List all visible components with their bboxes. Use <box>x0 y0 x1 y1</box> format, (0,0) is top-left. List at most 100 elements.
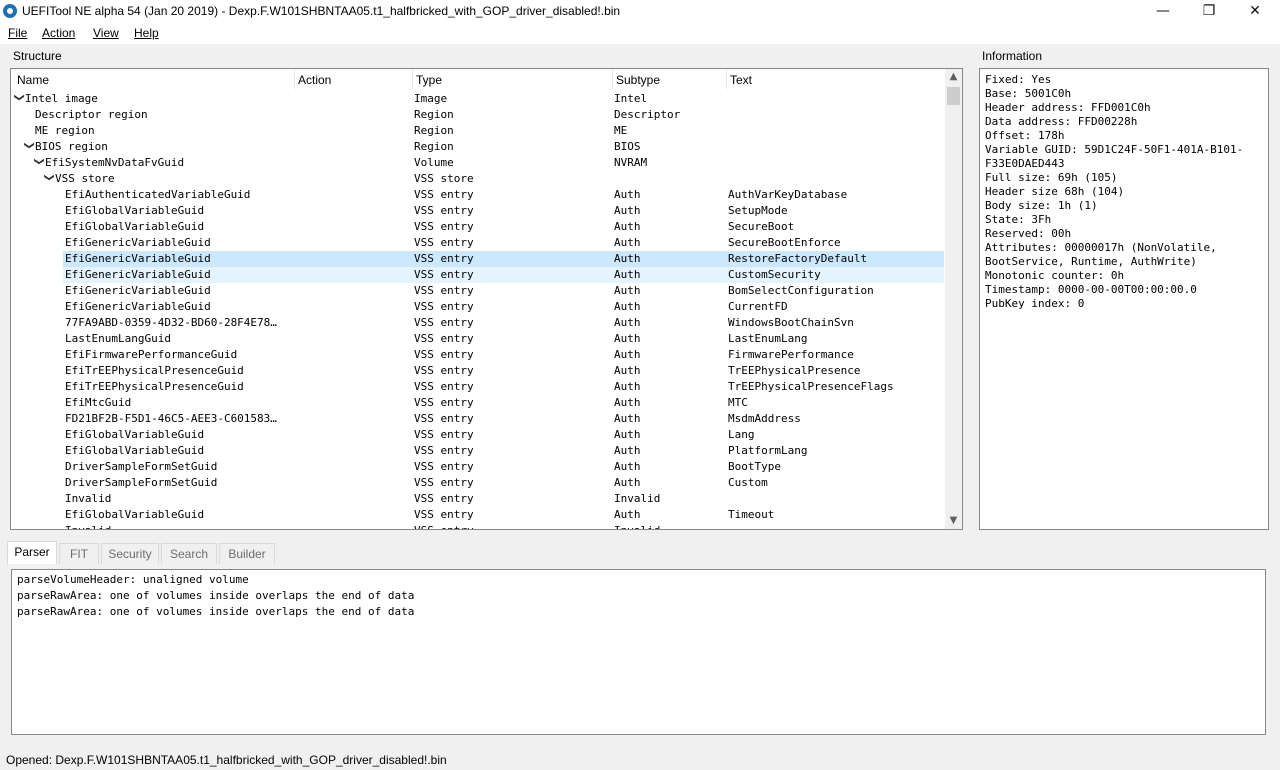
expand-chevron-icon[interactable]: ❯ <box>34 157 45 165</box>
tree-cell-subtype: Auth <box>614 348 641 361</box>
tree-row[interactable]: EfiGlobalVariableGuid VSS entry Auth Timeou… <box>11 507 944 523</box>
column-separator[interactable] <box>412 69 413 89</box>
message-line[interactable]: parseRawArea: one of volumes inside over… <box>17 604 1265 620</box>
expand-chevron-icon[interactable]: ❯ <box>44 173 55 181</box>
tree-cell-subtype: Auth <box>614 220 641 233</box>
tree-cell-type: VSS entry <box>414 204 474 217</box>
close-button[interactable]: ✕ <box>1232 0 1278 23</box>
tree-cell-name: VSS store <box>55 172 115 185</box>
tree-cell-type: VSS entry <box>414 396 474 409</box>
tree-row[interactable]: EfiGenericVariableGuid VSS entry Auth Custo… <box>63 267 944 283</box>
scroll-down-arrow-icon[interactable]: ▼ <box>945 515 962 526</box>
maximize-button[interactable]: ❐ <box>1186 0 1232 23</box>
tree-cell-subtype: Auth <box>614 428 641 441</box>
tree-cell-text: TrEEPhysicalPresenceFlags <box>728 380 894 393</box>
tree-row[interactable]: ❯ Intel image Image Intel <box>11 91 944 107</box>
information-panel[interactable]: Fixed: Yes Base: 5001C0h Header address: F… <box>979 68 1269 530</box>
tree-row[interactable]: EfiTrEEPhysicalPresenceGuid VSS entry Auth… <box>11 363 944 379</box>
scroll-thumb[interactable] <box>947 87 960 105</box>
tree-row[interactable]: EfiAuthenticatedVariableGuid VSS entry Aut… <box>11 187 944 203</box>
menu-help[interactable]: Help <box>134 26 159 40</box>
tab-fit[interactable]: FIT <box>59 543 99 564</box>
tree-scrollbar[interactable]: ▲ ▼ <box>945 69 962 529</box>
tree-row[interactable]: ME region Region ME <box>11 123 944 139</box>
info-line: Monotonic counter: 0h <box>985 269 1125 282</box>
message-line[interactable]: parseVolumeHeader: unaligned volume <box>17 572 1265 588</box>
column-header-text[interactable]: Text <box>730 73 752 89</box>
column-separator[interactable] <box>726 69 727 89</box>
column-header-action[interactable]: Action <box>298 73 331 89</box>
tree-row[interactable]: Invalid VSS entry Invalid <box>11 523 944 529</box>
tree-row[interactable]: EfiGlobalVariableGuid VSS entry Auth Lang <box>11 427 944 443</box>
tree-row[interactable]: EfiFirmwarePerformanceGuid VSS entry Auth F… <box>11 347 944 363</box>
tree-cell-type: Volume <box>414 156 454 169</box>
tree-row[interactable]: ❯ BIOS region Region BIOS <box>11 139 944 155</box>
menu-file[interactable]: File <box>8 26 27 40</box>
tree-cell-name: Descriptor region <box>35 108 148 121</box>
minimize-button[interactable]: — <box>1140 0 1186 23</box>
column-header-type[interactable]: Type <box>416 73 442 89</box>
tab-search[interactable]: Search <box>161 543 217 564</box>
tree-cell-text: SecureBootEnforce <box>728 236 841 249</box>
tree-row[interactable]: EfiTrEEPhysicalPresenceGuid VSS entry Auth… <box>11 379 944 395</box>
column-separator[interactable] <box>612 69 613 89</box>
message-line[interactable]: parseRawArea: one of volumes inside over… <box>17 588 1265 604</box>
tree-cell-name: EfiMtcGuid <box>65 396 132 409</box>
tree-cell-name: EfiAuthenticatedVariableGuid <box>65 188 251 201</box>
tree-cell-text: AuthVarKeyDatabase <box>728 188 848 201</box>
status-bar: Opened: Dexp.F.W101SHBNTAA05.t1_halfbric… <box>0 750 1280 770</box>
tab-security[interactable]: Security <box>101 543 159 564</box>
tree-cell-subtype: Auth <box>614 284 641 297</box>
tree-row[interactable]: LastEnumLangGuid VSS entry Auth LastEnumLan… <box>11 331 944 347</box>
tree-cell-type: Region <box>414 108 454 121</box>
structure-tree[interactable]: Name Action Type Subtype Text ❯ Intel ima… <box>10 68 963 530</box>
tree-row[interactable]: FD21BF2B-F5D1-46C5-AEE3-C601583… VSS entr… <box>11 411 944 427</box>
info-line: F33E0DAED443 <box>985 157 1065 170</box>
menu-action[interactable]: Action <box>42 26 75 40</box>
tree-cell-type: VSS entry <box>414 220 474 233</box>
tab-parser[interactable]: Parser <box>7 541 57 564</box>
title-bar: UEFITool NE alpha 54 (Jan 20 2019) - Dex… <box>0 0 1280 23</box>
tree-cell-type: Region <box>414 124 454 137</box>
tree-row[interactable]: EfiGenericVariableGuid VSS entry Auth Curre… <box>11 299 944 315</box>
tree-cell-type: VSS entry <box>414 252 474 265</box>
tree-row[interactable]: EfiGlobalVariableGuid VSS entry Auth Platfo… <box>11 443 944 459</box>
tree-row[interactable]: 77FA9ABD-0359-4D32-BD60-28F4E78… VSS entr… <box>11 315 944 331</box>
tree-cell-subtype: Auth <box>614 444 641 457</box>
tree-cell-name: ME region <box>35 124 95 137</box>
column-separator[interactable] <box>294 69 295 89</box>
tab-builder[interactable]: Builder <box>219 543 275 564</box>
info-line: Header size 68h (104) <box>985 185 1125 198</box>
tree-row[interactable]: Descriptor region Region Descriptor <box>11 107 944 123</box>
expand-chevron-icon[interactable]: ❯ <box>24 141 35 149</box>
tree-cell-type: VSS entry <box>414 316 474 329</box>
tree-row[interactable]: EfiGenericVariableGuid VSS entry Auth Resto… <box>63 251 944 267</box>
tree-row[interactable]: Invalid VSS entry Invalid <box>11 491 944 507</box>
tree-row[interactable]: DriverSampleFormSetGuid VSS entry Auth Cust… <box>11 475 944 491</box>
messages-panel[interactable]: parseVolumeHeader: unaligned volume parse… <box>11 569 1266 735</box>
tree-cell-text: TrEEPhysicalPresence <box>728 364 861 377</box>
tree-row[interactable]: EfiGenericVariableGuid VSS entry Auth BomSe… <box>11 283 944 299</box>
tree-row[interactable]: EfiMtcGuid VSS entry Auth MTC <box>11 395 944 411</box>
tree-cell-name: Invalid <box>65 492 112 505</box>
tree-cell-subtype: NVRAM <box>614 156 648 169</box>
tree-row[interactable]: EfiGlobalVariableGuid VSS entry Auth SetupM… <box>11 203 944 219</box>
tree-row[interactable]: DriverSampleFormSetGuid VSS entry Auth Boot… <box>11 459 944 475</box>
scroll-up-arrow-icon[interactable]: ▲ <box>945 71 962 82</box>
column-header-subtype[interactable]: Subtype <box>616 73 660 89</box>
tree-cell-text: SecureBoot <box>728 220 795 233</box>
messages-list: parseVolumeHeader: unaligned volume parse… <box>17 572 1265 620</box>
tree-cell-text: LastEnumLang <box>728 332 808 345</box>
column-header-name[interactable]: Name <box>17 73 49 89</box>
tree-cell-type: Region <box>414 140 454 153</box>
tree-row[interactable]: EfiGenericVariableGuid VSS entry Auth Secur… <box>11 235 944 251</box>
window-title: UEFITool NE alpha 54 (Jan 20 2019) - Dex… <box>22 4 621 18</box>
tree-cell-name: EfiGenericVariableGuid <box>65 236 211 249</box>
menu-view[interactable]: View <box>93 26 119 40</box>
expand-chevron-icon[interactable]: ❯ <box>14 93 25 101</box>
tree-cell-name: FD21BF2B-F5D1-46C5-AEE3-C601583… <box>65 412 277 425</box>
tree-row[interactable]: EfiGlobalVariableGuid VSS entry Auth Secure… <box>11 219 944 235</box>
tree-row[interactable]: ❯ VSS store VSS store <box>11 171 944 187</box>
tree-cell-type: VSS entry <box>414 348 474 361</box>
tree-row[interactable]: ❯ EfiSystemNvDataFvGuid Volume NVRAM <box>11 155 944 171</box>
